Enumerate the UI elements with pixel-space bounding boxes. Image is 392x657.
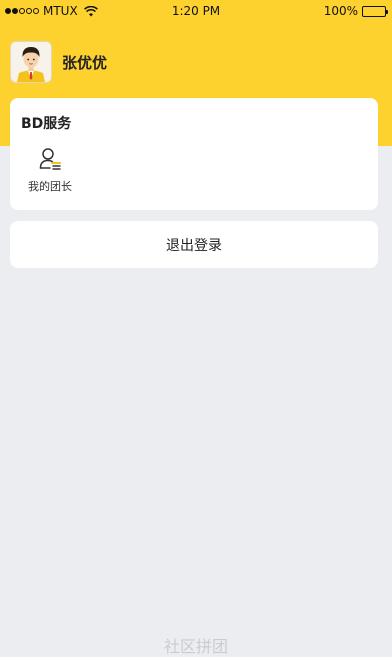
bd-service-card: BD服务 我的团长 (10, 98, 378, 210)
person-list-icon (38, 146, 62, 172)
cartoon-avatar-icon (11, 42, 51, 82)
avatar[interactable] (10, 41, 52, 83)
logout-label: 退出登录 (166, 237, 222, 254)
user-name: 张优优 (62, 53, 108, 72)
bd-service-title: BD服务 (21, 116, 72, 132)
service-item-my-group-leader[interactable]: 我的团长 (22, 146, 78, 194)
status-right: 100% (323, 4, 388, 18)
battery-icon (362, 5, 388, 17)
user-profile[interactable]: 张优优 (10, 41, 107, 83)
footer-brand-text: 社区拼团 (163, 637, 228, 656)
battery-percent: 100% (323, 4, 358, 18)
status-bar: MTUX 1:20 PM 100% (0, 0, 392, 22)
service-item-label: 我的团长 (28, 180, 72, 193)
logout-button[interactable]: 退出登录 (10, 221, 378, 268)
